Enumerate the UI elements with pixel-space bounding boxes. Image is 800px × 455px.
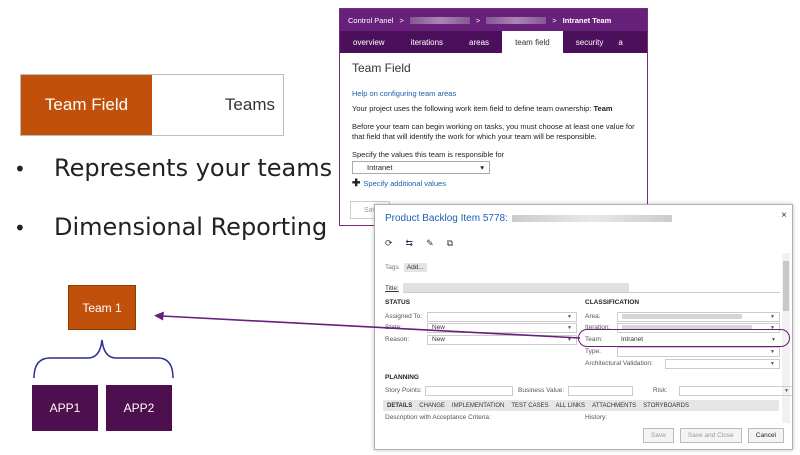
add-values-link[interactable]: ✚ Specify additional values <box>352 178 635 189</box>
breadcrumb-team: Intranet Team <box>562 15 612 25</box>
type-row: Type: ▼ <box>585 346 780 357</box>
ownership-text: Your project uses the following work ite… <box>352 104 613 113</box>
classification-heading: CLASSIFICATION <box>585 299 640 306</box>
chevron-down-icon: ▼ <box>567 313 572 320</box>
tab-attachments[interactable]: ATTACHMENTS <box>592 403 636 409</box>
breadcrumb: Control Panel > > > Intranet Team <box>340 9 647 31</box>
bullet-dimensional-reporting: • Dimensional Reporting <box>14 213 328 241</box>
title-input[interactable] <box>402 283 780 293</box>
tab-test-cases[interactable]: TEST CASES <box>511 403 548 409</box>
story-points-input[interactable] <box>425 385 513 396</box>
history-label: History: <box>585 414 608 421</box>
undo-icon[interactable]: ⇆ <box>406 238 414 249</box>
work-item-title: Product Backlog Item 5778: <box>385 213 672 224</box>
brace-shape <box>33 339 174 379</box>
title-label: Title: <box>385 284 399 292</box>
copy-icon[interactable]: ⧉ <box>447 238 453 249</box>
control-panel-tabs: overview iterations areas team field sec… <box>340 31 647 53</box>
chevron-down-icon: ▼ <box>770 313 775 320</box>
assigned-to-select[interactable]: ▼ <box>427 311 577 322</box>
team-value-select[interactable]: Intranet ▾ <box>352 161 490 175</box>
save-and-close-button[interactable]: Save and Close <box>679 428 742 443</box>
breadcrumb-control-panel[interactable]: Control Panel <box>348 16 393 25</box>
assigned-to-row: Assigned To: ▼ <box>385 311 577 322</box>
arch-validation-row: Architectural Validation: ▼ <box>585 358 780 369</box>
description-label: Description with Acceptance Criteria: <box>385 414 491 421</box>
add-tag-button[interactable]: Add... <box>403 263 427 272</box>
chevron-down-icon: ▼ <box>784 387 789 394</box>
dialog-footer: Save Save and Close Cancel <box>643 428 784 443</box>
risk-select[interactable]: ▼ <box>679 385 792 396</box>
blurred-title <box>511 214 672 222</box>
state-row: State: New ▼ <box>385 322 577 333</box>
team-1-box: Team 1 <box>68 285 136 330</box>
chevron-down-icon: ▾ <box>480 163 484 173</box>
tab-overview[interactable]: overview <box>340 31 398 53</box>
state-select[interactable]: New ▼ <box>427 322 577 333</box>
tab-security[interactable]: security <box>563 31 617 53</box>
refresh-icon[interactable]: ⟳ <box>385 238 393 249</box>
app1-box: APP1 <box>32 385 98 431</box>
area-select[interactable]: ▼ <box>617 311 780 322</box>
teams-label: Teams <box>224 95 275 114</box>
work-item-dialog: Product Backlog Item 5778: × ⟳ ⇆ ✎ ⧉ Tag… <box>374 204 793 450</box>
work-item-toolbar: ⟳ ⇆ ✎ ⧉ <box>385 238 453 249</box>
team-field-panel: Team Field Help on configuring team area… <box>340 53 647 197</box>
page-title: Team Field <box>352 61 411 75</box>
title-row: Title: <box>385 283 780 293</box>
arrow-head-icon <box>154 311 164 321</box>
planning-row: Story Points: Business Value: Risk: ▼ <box>385 385 792 396</box>
chevron-down-icon: ▼ <box>770 348 775 355</box>
tab-more[interactable]: a <box>616 31 624 53</box>
type-select[interactable]: ▼ <box>617 346 780 357</box>
team-field-highlight <box>578 329 790 347</box>
area-row: Area: ▼ <box>585 311 780 322</box>
tab-storyboards[interactable]: STORYBOARDS <box>643 403 689 409</box>
tab-details[interactable]: DETAILS <box>387 403 412 409</box>
app2-box: APP2 <box>106 385 172 431</box>
planning-heading: PLANNING <box>385 374 419 381</box>
reason-select[interactable]: New ▼ <box>427 334 577 345</box>
status-heading: STATUS <box>385 299 411 306</box>
arch-validation-select[interactable]: ▼ <box>665 358 780 369</box>
edit-icon[interactable]: ✎ <box>426 238 434 249</box>
chevron-down-icon: ▼ <box>567 324 572 331</box>
chevron-down-icon: ▼ <box>770 360 775 367</box>
reason-row: Reason: New ▼ <box>385 334 577 345</box>
detail-tabs: DETAILS CHANGE IMPLEMENTATION TEST CASES… <box>383 400 779 411</box>
team-field-label: Team Field <box>21 75 152 135</box>
control-panel-window: Control Panel > > > Intranet Team overvi… <box>339 8 648 226</box>
chevron-down-icon: ▼ <box>567 336 572 343</box>
plus-icon: ✚ <box>352 178 361 190</box>
instructions-text: Before your team can begin working on ta… <box>352 122 635 142</box>
scrollbar-thumb[interactable] <box>783 261 789 311</box>
blurred-project <box>486 16 547 24</box>
save-button[interactable]: Save <box>643 428 674 443</box>
cancel-button[interactable]: Cancel <box>747 428 784 443</box>
tab-areas[interactable]: areas <box>456 31 502 53</box>
team-field-header: Team Field Teams <box>20 74 284 136</box>
tab-iterations[interactable]: iterations <box>398 31 456 53</box>
help-link[interactable]: Help on configuring team areas <box>352 89 635 98</box>
bullet-represents-teams: • Represents your teams <box>14 154 333 182</box>
tab-implementation[interactable]: IMPLEMENTATION <box>452 403 504 409</box>
close-icon[interactable]: × <box>781 210 787 221</box>
business-value-input[interactable] <box>568 385 633 396</box>
tab-team-field[interactable]: team field <box>502 31 563 53</box>
tab-all-links[interactable]: ALL LINKS <box>556 403 585 409</box>
tags-row: Tags Add... <box>385 263 427 272</box>
blurred-collection <box>409 16 470 24</box>
tab-change[interactable]: CHANGE <box>419 403 445 409</box>
values-label: Specify the values this team is responsi… <box>352 150 505 160</box>
